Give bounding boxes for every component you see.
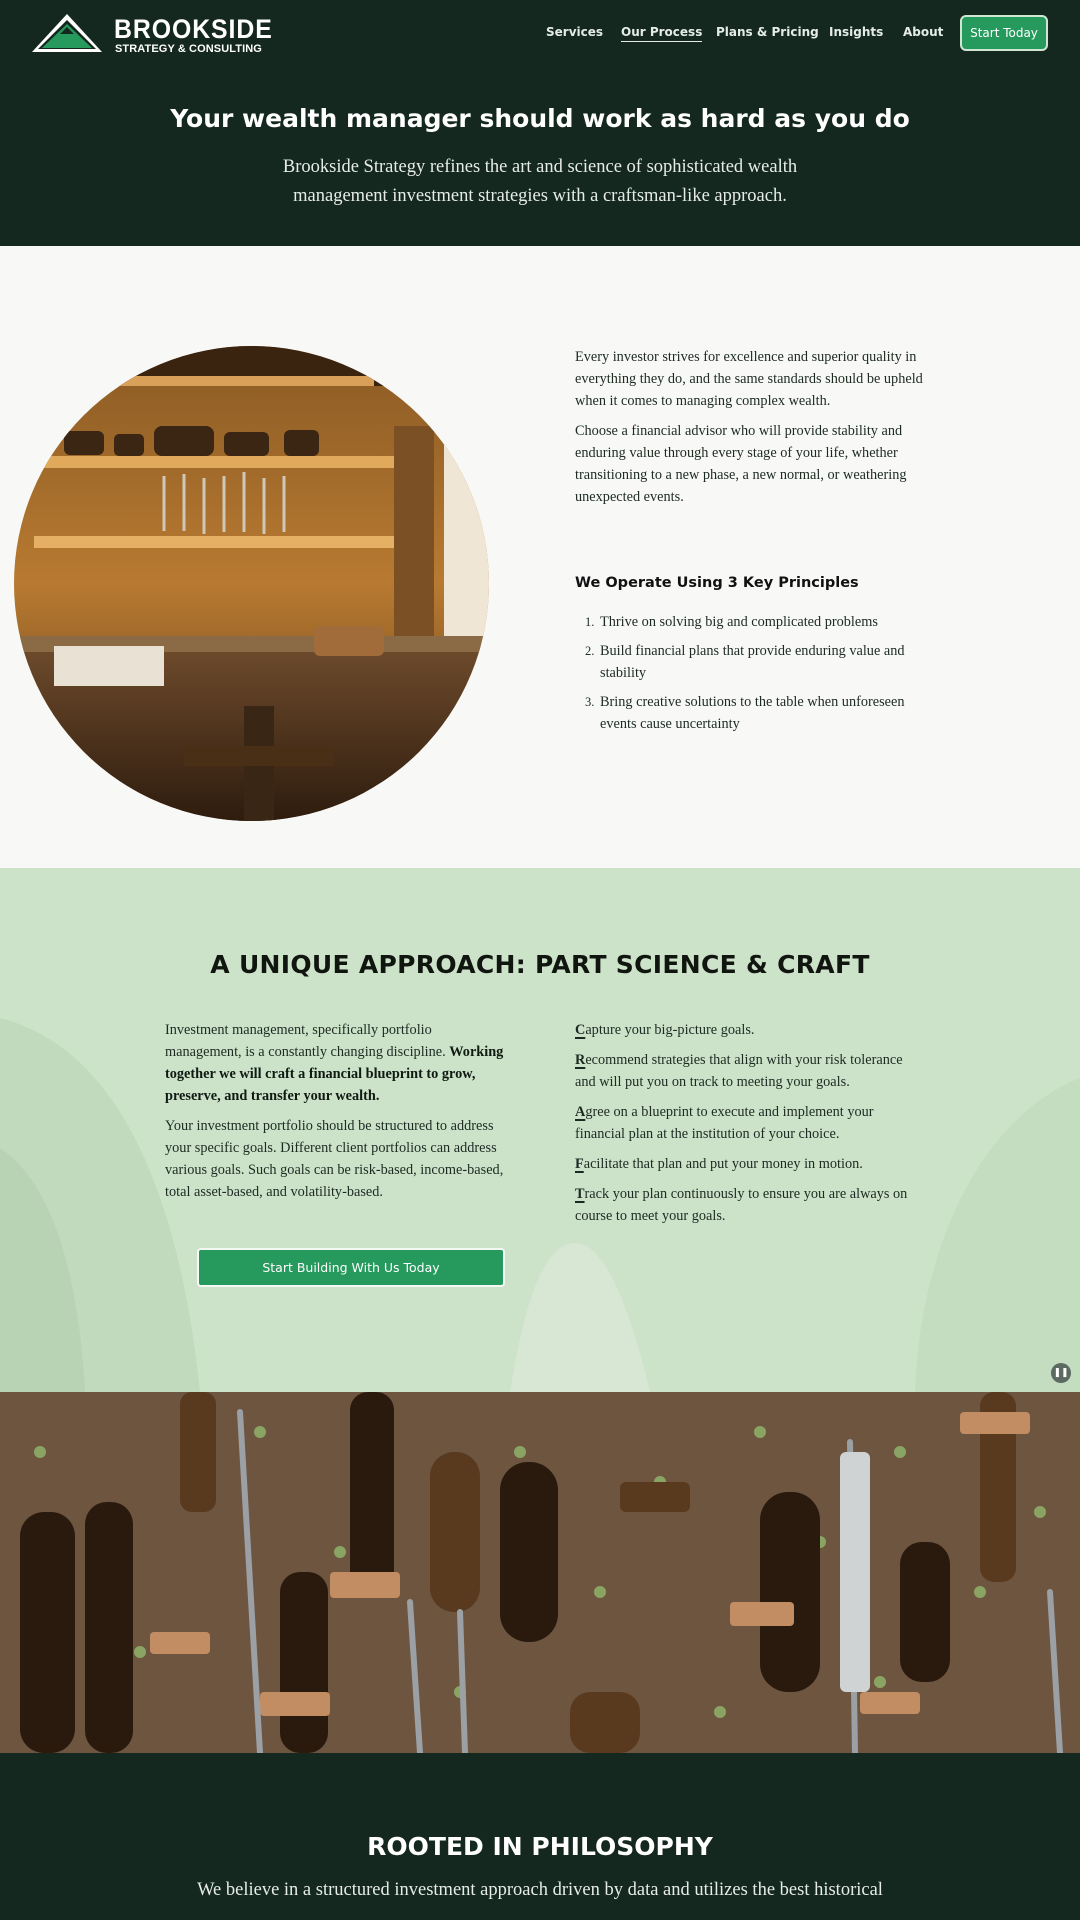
nav-our-process[interactable]: Our Process [621,25,703,42]
approach-steps: Capture your big-picture goals. Recommen… [575,1019,920,1235]
step-text: ecommend strategies that align with your… [575,1052,903,1090]
step-item: Capture your big-picture goals. [575,1019,920,1041]
step-item: Facilitate that plan and put your money … [575,1153,920,1175]
pause-icon: ❚❚ [1053,1368,1069,1378]
list-item: 3. Bring creative solutions to the table … [575,691,920,735]
nav-services[interactable]: Services [546,25,603,39]
list-item: 1. Thrive on solving big and complicated … [575,611,920,633]
step-initial: C [575,1022,586,1038]
step-item: Recommend strategies that align with you… [575,1049,920,1093]
step-initial: R [575,1052,586,1068]
section-divider [0,246,1080,300]
workshop-illustration [14,346,489,821]
approach-title: A UNIQUE APPROACH: PART SCIENCE & CRAFT [210,950,870,979]
principles-heading: We Operate Using 3 Key Principles [575,575,859,591]
list-number: 3. [585,695,595,709]
approach-paragraph: Investment management, specifically port… [165,1019,505,1107]
logo-wordmark: BROOKSIDE [114,14,273,44]
list-number: 2. [585,644,595,658]
approach-text: Investment management, specifically port… [165,1022,446,1060]
start-building-button[interactable]: Start Building With Us Today [197,1248,505,1287]
nav-insights[interactable]: Insights [829,25,883,39]
nav-plans-pricing[interactable]: Plans & Pricing [716,25,819,39]
pause-animation-button[interactable]: ❚❚ [1051,1363,1071,1383]
philosophy-title: ROOTED IN PHILOSOPHY [367,1832,713,1861]
step-text: gree on a blueprint to execute and imple… [575,1104,874,1142]
mountain-logo-icon [32,14,102,52]
intro-text: Every investor strives for excellence an… [575,346,925,516]
principle-text: Build financial plans that provide endur… [600,643,905,681]
principle-text: Thrive on solving big and complicated pr… [600,614,878,630]
step-initial: A [575,1104,586,1120]
nav-about[interactable]: About [903,25,943,39]
logo-tagline: STRATEGY & CONSULTING [115,43,262,55]
hero-subtitle: Brookside Strategy refines the art and s… [282,157,798,206]
tools-illustration [0,1392,1080,1753]
step-text: rack your plan continuously to ensure yo… [575,1186,908,1224]
approach-left-column: Investment management, specifically port… [165,1019,505,1211]
tools-banner-photo [0,1392,1080,1753]
step-text: apture your big-picture goals. [585,1022,755,1038]
hero-title: Your wealth manager should work as hard … [170,104,910,133]
list-number: 1. [585,615,595,629]
list-item: 2. Build financial plans that provide end… [575,640,920,684]
step-initial: T [575,1186,585,1202]
intro-paragraph: Choose a financial advisor who will prov… [575,423,907,505]
step-item: Track your plan continuously to ensure y… [575,1183,920,1227]
principle-text: Bring creative solutions to the table wh… [600,694,905,732]
brand-logo[interactable]: BROOKSIDE STRATEGY & CONSULTING [30,12,272,56]
start-today-button[interactable]: Start Today [960,15,1048,51]
step-text: acilitate that plan and put your money i… [583,1156,863,1172]
principles-list: 1. Thrive on solving big and complicated … [575,611,920,742]
step-item: Agree on a blueprint to execute and impl… [575,1101,920,1145]
approach-paragraph: Your investment portfolio should be stru… [165,1118,504,1200]
philosophy-text: We believe in a structured investment ap… [197,1880,883,1900]
workshop-photo [14,346,489,821]
intro-paragraph: Every investor strives for excellence an… [575,349,923,409]
step-initial: F [575,1156,584,1172]
